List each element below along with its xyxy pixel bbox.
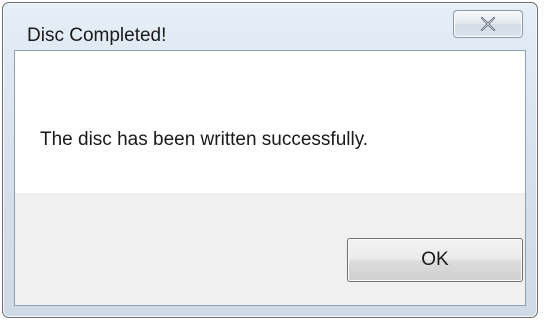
close-button[interactable] <box>453 10 523 38</box>
ok-button[interactable]: OK <box>347 238 523 282</box>
dialog-title: Disc Completed! <box>27 25 167 46</box>
title-bar[interactable]: Disc Completed! <box>3 3 537 53</box>
close-icon <box>480 17 496 31</box>
dialog-body: The disc has been written successfully. … <box>14 50 526 306</box>
button-strip: OK <box>15 193 525 305</box>
dialog-message: The disc has been written successfully. <box>40 129 369 150</box>
dialog-window: Disc Completed! The disc has been writte… <box>2 2 538 318</box>
message-area: The disc has been written successfully. <box>15 51 525 193</box>
